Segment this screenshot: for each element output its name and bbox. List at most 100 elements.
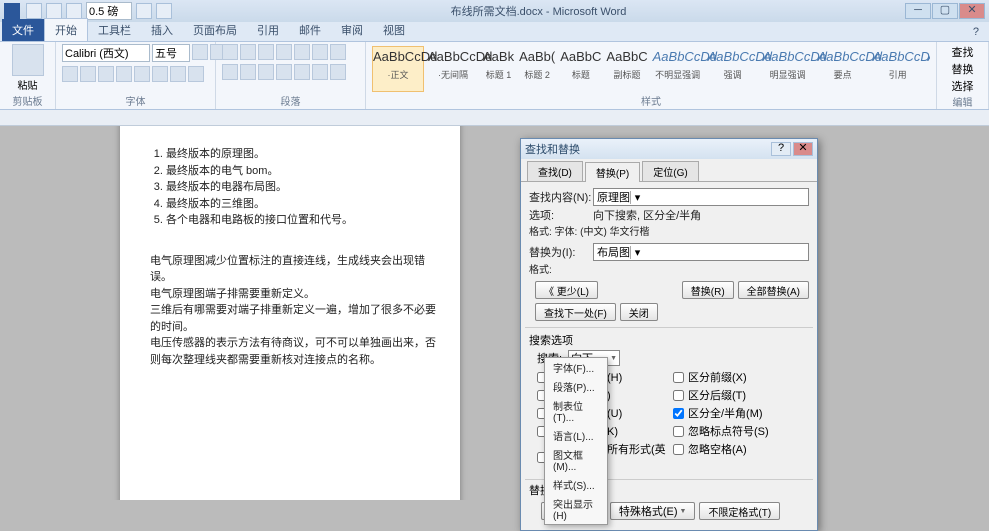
menu-item[interactable]: 制表位(T)... (545, 396, 607, 426)
indent-inc-icon[interactable] (294, 44, 310, 60)
style-item[interactable]: AaBk标题 1 (482, 46, 515, 92)
tab-references[interactable]: 引用 (247, 19, 289, 41)
qat-zoom[interactable]: 0.5 磅 (86, 2, 132, 20)
style-item[interactable]: AaBbC标题 (559, 46, 602, 92)
find-input[interactable]: 原理图▾ (593, 188, 809, 206)
dialog-tab-replace[interactable]: 替换(P) (585, 162, 640, 182)
font-color-icon[interactable] (188, 66, 204, 82)
dialog-tabs: 查找(D) 替换(P) 定位(G) (521, 159, 817, 181)
replace-input[interactable]: 布局图▾ (593, 243, 809, 261)
grow-font-icon[interactable] (192, 44, 208, 60)
style-item[interactable]: AaBbC副标题 (605, 46, 648, 92)
style-item[interactable]: AaBbCcDd引用 (872, 46, 924, 92)
special-format-button[interactable]: 特殊格式(E)▼ (610, 502, 696, 520)
cancel-button[interactable]: 关闭 (620, 303, 658, 321)
qat-undo-icon[interactable] (46, 3, 62, 19)
find-button[interactable]: 查找 (952, 44, 974, 60)
align-justify-icon[interactable] (276, 64, 292, 80)
search-option-check[interactable]: 忽略空格(A) (673, 441, 809, 457)
close-button[interactable]: ✕ (959, 3, 985, 19)
search-option-check[interactable]: 区分前缀(X) (673, 369, 809, 385)
dialog-help-button[interactable]: ? (771, 142, 791, 156)
subscript-icon[interactable] (134, 66, 150, 82)
search-option-check[interactable]: 忽略标点符号(S) (673, 423, 809, 439)
sort-icon[interactable] (312, 44, 328, 60)
select-button[interactable]: 选择 (952, 78, 974, 94)
paragraph: 电气原理图端子排需要重新定义。 (150, 286, 436, 303)
tab-file[interactable]: 文件 (2, 19, 44, 41)
strike-icon[interactable] (116, 66, 132, 82)
superscript-icon[interactable] (152, 66, 168, 82)
style-item[interactable]: AaBbCcDd强调 (707, 46, 759, 92)
tab-review[interactable]: 审阅 (331, 19, 373, 41)
tab-view[interactable]: 视图 (373, 19, 415, 41)
highlight-icon[interactable] (170, 66, 186, 82)
shading-icon[interactable] (312, 64, 328, 80)
tab-mailings[interactable]: 邮件 (289, 19, 331, 41)
bullets-icon[interactable] (222, 44, 238, 60)
less-button[interactable]: 《 更少(L) (535, 281, 598, 299)
bold-icon[interactable] (62, 66, 78, 82)
menu-item[interactable]: 语言(L)... (545, 426, 607, 445)
replace-one-button[interactable]: 替换(R) (682, 281, 734, 299)
replace-button[interactable]: 替换 (952, 61, 974, 77)
dialog-titlebar[interactable]: 查找和替换 ? ✕ (521, 139, 817, 159)
page[interactable]: 最终版本的原理图。最终版本的电气 bom。最终版本的电器布局图。最终版本的三维图… (120, 126, 460, 500)
format-line: 格式: 字体: (中文) 华文行楷 (529, 226, 809, 239)
italic-icon[interactable] (80, 66, 96, 82)
tab-insert[interactable]: 插入 (141, 19, 183, 41)
menu-item[interactable]: 突出显示(H) (545, 494, 607, 524)
style-item[interactable]: AaBbCcDd·无间隔 (427, 46, 479, 92)
minimize-button[interactable]: ─ (905, 3, 931, 19)
style-item[interactable]: AaBbCcDd·正文 (372, 46, 424, 92)
menu-item[interactable]: 样式(S)... (545, 475, 607, 494)
font-name-select[interactable]: Calibri (西文) (62, 44, 150, 62)
indent-dec-icon[interactable] (276, 44, 292, 60)
qat-more-icon[interactable] (156, 3, 172, 19)
numbering-icon[interactable] (240, 44, 256, 60)
align-left-icon[interactable] (222, 64, 238, 80)
borders-icon[interactable] (330, 64, 346, 80)
dropdown-icon[interactable]: ▾ (630, 246, 644, 259)
paste-label: 粘贴 (18, 77, 38, 92)
qat-redo-icon[interactable] (66, 3, 82, 19)
search-option-check[interactable]: 区分后缀(T) (673, 387, 809, 403)
menu-item[interactable]: 字体(F)... (545, 358, 607, 377)
dropdown-icon[interactable]: ▾ (630, 191, 644, 204)
maximize-button[interactable]: ▢ (932, 3, 958, 19)
no-format-button[interactable]: 不限定格式(T) (699, 502, 780, 520)
tab-home[interactable]: 开始 (44, 18, 88, 41)
options-label: 选项: (529, 209, 593, 223)
search-option-check[interactable]: 区分全/半角(M) (673, 405, 809, 421)
tab-tools[interactable]: 工具栏 (88, 19, 141, 41)
align-center-icon[interactable] (240, 64, 256, 80)
paragraph: 三维后有哪需要对端子排重新定义一遍，增加了很多不必要的时间。 (150, 302, 436, 335)
tab-layout[interactable]: 页面布局 (183, 19, 247, 41)
paste-icon[interactable] (12, 44, 44, 76)
multilevel-icon[interactable] (258, 44, 274, 60)
replace-all-button[interactable]: 全部替换(A) (738, 281, 809, 299)
list-item: 各个电器和电路板的接口位置和代号。 (166, 212, 436, 229)
style-item[interactable]: AaBbCcDd明显引用 (927, 46, 930, 92)
dialog-tab-goto[interactable]: 定位(G) (642, 161, 698, 181)
underline-icon[interactable] (98, 66, 114, 82)
group-paragraph: 段落 (216, 42, 366, 109)
font-size-select[interactable]: 五号 (152, 44, 190, 62)
qat-save-icon[interactable] (26, 3, 42, 19)
line-spacing-icon[interactable] (294, 64, 310, 80)
dialog-close-button[interactable]: ✕ (793, 142, 813, 156)
show-marks-icon[interactable] (330, 44, 346, 60)
style-item[interactable]: AaBbCcDd明显强调 (762, 46, 814, 92)
style-item[interactable]: AaBb(标题 2 (518, 46, 556, 92)
group-clipboard: 粘贴 剪贴板 (0, 42, 56, 109)
dialog-tab-find[interactable]: 查找(D) (527, 161, 583, 181)
window-buttons: ─ ▢ ✕ (905, 3, 985, 19)
menu-item[interactable]: 图文框(M)... (545, 445, 607, 475)
align-right-icon[interactable] (258, 64, 274, 80)
style-item[interactable]: AaBbCcDd不明显强调 (652, 46, 704, 92)
find-next-button[interactable]: 查找下一处(F) (535, 303, 616, 321)
qat-sep-icon[interactable] (136, 3, 152, 19)
help-button[interactable]: ? (963, 23, 989, 41)
menu-item[interactable]: 段落(P)... (545, 377, 607, 396)
style-item[interactable]: AaBbCcDd要点 (817, 46, 869, 92)
